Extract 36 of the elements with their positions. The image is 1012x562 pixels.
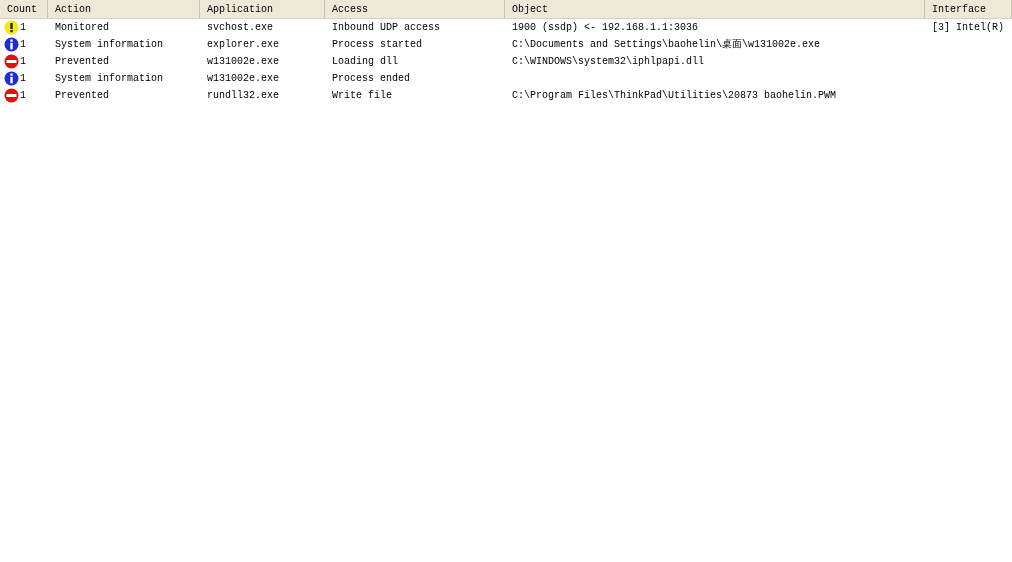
column-header[interactable]: Access xyxy=(325,0,505,18)
table-cell-text: rundll32.exe xyxy=(207,89,279,103)
table-cell-text: Prevented xyxy=(55,55,109,69)
column-header[interactable]: Application xyxy=(200,0,325,18)
table-cell-text: Loading dll xyxy=(332,55,398,69)
table-cell-text: C:\Documents and Settings\baohelin\桌面\w131002e.exe xyxy=(512,38,821,52)
table-cell-text: Process started xyxy=(332,38,422,52)
info-icon xyxy=(4,71,19,86)
column-header[interactable]: Object xyxy=(505,0,925,18)
warning-icon xyxy=(4,20,19,35)
table-cell-text: C:\WINDOWS\system32\iphlpapi.dll xyxy=(512,55,705,69)
table-cell-text: 1 xyxy=(20,21,26,35)
table-cell-text: 1 xyxy=(20,72,26,86)
table-cell-text: System information xyxy=(55,38,164,52)
table-cell-text: [3] Intel(R) xyxy=(932,21,1004,35)
column-header[interactable]: Interface xyxy=(925,0,1012,18)
table-cell-text: 1 xyxy=(20,38,26,52)
table-cell-text: svchost.exe xyxy=(207,21,273,35)
table-cell-text: Monitored xyxy=(55,21,109,35)
table-cell-text: Write file xyxy=(332,89,392,103)
table-cell-text: 1 xyxy=(20,55,26,69)
table-cell-text: w131002e.exe xyxy=(207,55,279,69)
table-cell-text: System information xyxy=(55,72,164,86)
column-header[interactable]: Action xyxy=(48,0,200,18)
table-cell-text: Prevented xyxy=(55,89,109,103)
table-cell-text: w131002e.exe xyxy=(207,72,279,86)
column-header[interactable]: Count xyxy=(0,0,48,18)
table-cell-text: Process ended xyxy=(332,72,410,86)
table-cell-text: Inbound UDP access xyxy=(332,21,441,35)
table-cell-text: 1 xyxy=(20,89,26,103)
table-cell-text: 1900 (ssdp) <- 192.168.1.1:3036 xyxy=(512,21,699,35)
blocked-icon xyxy=(4,54,19,69)
info-icon xyxy=(4,37,19,52)
blocked-icon xyxy=(4,88,19,103)
table-cell-text: explorer.exe xyxy=(207,38,279,52)
table-cell-text: C:\Program Files\ThinkPad\Utilities\20873 baohelin.PWM xyxy=(512,89,837,103)
